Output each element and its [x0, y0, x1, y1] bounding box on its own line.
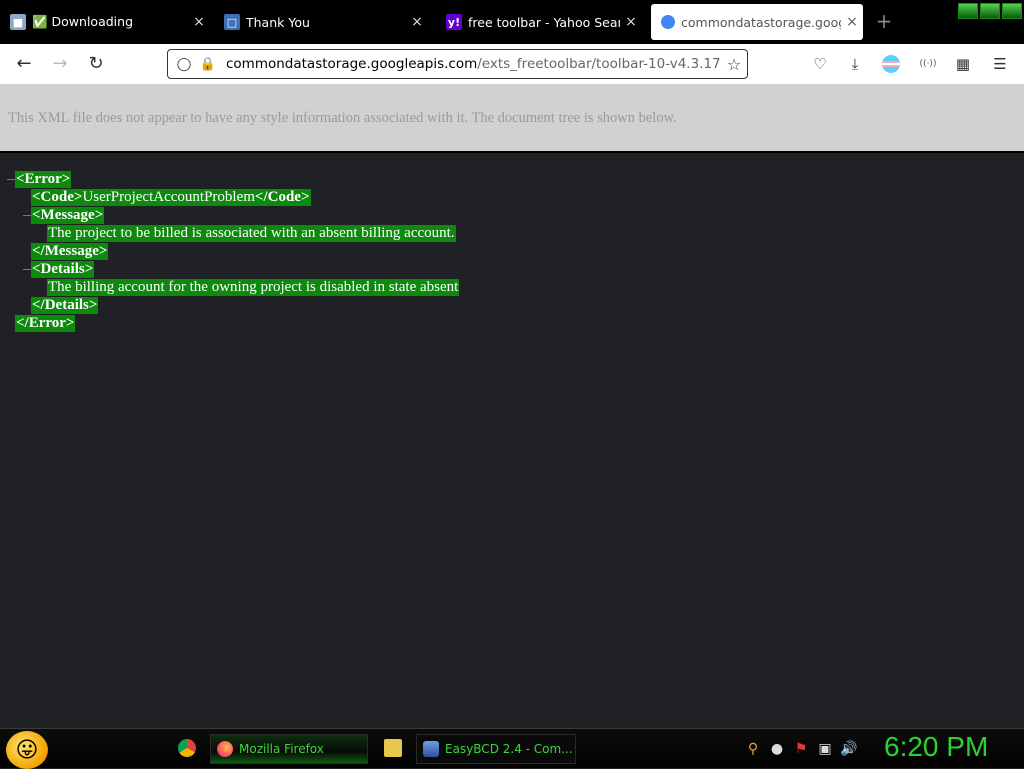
google-cloud-icon [661, 15, 675, 29]
taskbar-item-label: Mozilla Firefox [239, 742, 324, 756]
close-icon[interactable]: × [188, 14, 210, 30]
xml-error-open-tag: <Error> [15, 171, 72, 188]
document-icon: □ [224, 14, 240, 30]
taskbar-item-label: EasyBCD 2.4 - Com... [445, 742, 573, 756]
chat-icon[interactable]: ● [768, 740, 786, 758]
xml-details-value: The billing account for the owning proje… [47, 279, 460, 296]
xml-message-value: The project to be billed is associated w… [47, 225, 456, 242]
close-icon[interactable]: × [841, 14, 863, 30]
collapse-toggle-details[interactable] [23, 269, 31, 270]
url-path: /exts_freetoolbar/toolbar-10-v4.3.17.xpi [477, 56, 721, 72]
taskbar: 😛 Mozilla Firefox EasyBCD 2.4 - Com... ⚲… [0, 728, 1024, 769]
firefox-icon [217, 741, 233, 757]
tab-title: Thank You [246, 14, 310, 30]
network-icon[interactable]: ▣ [816, 740, 834, 758]
file-explorer-icon[interactable] [384, 739, 402, 757]
window-controls[interactable] [958, 3, 1022, 19]
taskbar-clock[interactable]: 6:20 PM [884, 731, 988, 763]
xml-code-close-tag: </Code> [254, 189, 310, 205]
tab-commondatastorage[interactable]: commondatastorage.googlea × [651, 4, 863, 40]
action-center-flag-icon[interactable]: ⚑ [792, 740, 810, 758]
connection-lock-icon[interactable]: 🔒 [198, 57, 218, 72]
navigation-toolbar: ← → ↻ ◯ 🔒 commondatastorage.googleapis.c… [0, 44, 1024, 84]
collapse-toggle-message[interactable] [23, 215, 31, 216]
close-icon[interactable]: × [406, 14, 428, 30]
xml-info-text: This XML file does not appear to have an… [8, 110, 677, 126]
account-avatar-icon[interactable] [882, 55, 900, 73]
download-page-icon: ■ [10, 14, 26, 30]
reload-button[interactable]: ↻ [84, 52, 108, 76]
close-icon[interactable]: × [620, 14, 642, 30]
chrome-icon[interactable] [178, 739, 196, 757]
easybcd-icon [423, 741, 439, 757]
maximize-icon[interactable] [980, 3, 1000, 19]
tab-yahoo-search[interactable]: y! free toolbar - Yahoo Search Re × [436, 4, 642, 40]
tab-title: ✅ Downloading [32, 14, 134, 29]
url-bar[interactable]: ◯ 🔒 commondatastorage.googleapis.com/ext… [167, 49, 748, 79]
xml-code-value: UserProjectAccountProblem [82, 189, 255, 205]
xml-info-banner: This XML file does not appear to have an… [0, 84, 1024, 153]
xml-code-open-tag: <Code> [32, 189, 83, 205]
downloads-icon[interactable]: ⤓ [845, 54, 865, 74]
forward-button[interactable]: → [48, 52, 72, 76]
close-window-icon[interactable] [1002, 3, 1022, 19]
extension-icon[interactable]: ▦ [953, 54, 973, 74]
back-button[interactable]: ← [12, 52, 36, 76]
search-icon[interactable]: ⚲ [744, 740, 762, 758]
tab-title: free toolbar - Yahoo Search Re [468, 14, 620, 30]
container-indicator[interactable]: ((·)) [914, 54, 942, 74]
xml-details-open-tag: <Details> [31, 261, 95, 278]
xml-error-close-tag: </Error> [15, 315, 76, 332]
xml-message-close-tag: </Message> [31, 243, 109, 260]
tracking-protection-shield-icon[interactable]: ◯ [174, 57, 194, 72]
tab-downloading[interactable]: ■ ✅ Downloading × [0, 4, 210, 40]
minimize-icon[interactable] [958, 3, 978, 19]
menu-hamburger-icon[interactable]: ☰ [990, 54, 1010, 74]
xml-details-close-tag: </Details> [31, 297, 99, 314]
xml-code-line: <Code>UserProjectAccountProblem</Code> [31, 189, 311, 206]
tab-strip: ■ ✅ Downloading × □ Thank You × y! free … [0, 0, 1024, 44]
url-host: commondatastorage.googleapis.com [226, 56, 478, 72]
taskbar-item-easybcd[interactable]: EasyBCD 2.4 - Com... [416, 734, 576, 764]
new-tab-button[interactable]: + [872, 9, 896, 33]
smiley-icon: 😛 [15, 737, 39, 763]
collapse-toggle-error[interactable] [7, 179, 15, 180]
yahoo-icon: y! [446, 14, 462, 30]
tab-title: commondatastorage.googlea [681, 14, 841, 30]
start-button[interactable]: 😛 [6, 731, 48, 769]
xml-document-tree: <Error> <Code>UserProjectAccountProblem<… [0, 153, 1024, 728]
tab-thank-you[interactable]: □ Thank You × [214, 4, 428, 40]
taskbar-item-firefox[interactable]: Mozilla Firefox [210, 734, 368, 764]
xml-message-open-tag: <Message> [31, 207, 105, 224]
url-text[interactable]: commondatastorage.googleapis.com/exts_fr… [226, 56, 721, 72]
bookmark-star-icon[interactable]: ☆ [721, 55, 747, 74]
volume-icon[interactable]: 🔊 [840, 740, 858, 758]
pocket-icon[interactable]: ♡ [810, 54, 830, 74]
